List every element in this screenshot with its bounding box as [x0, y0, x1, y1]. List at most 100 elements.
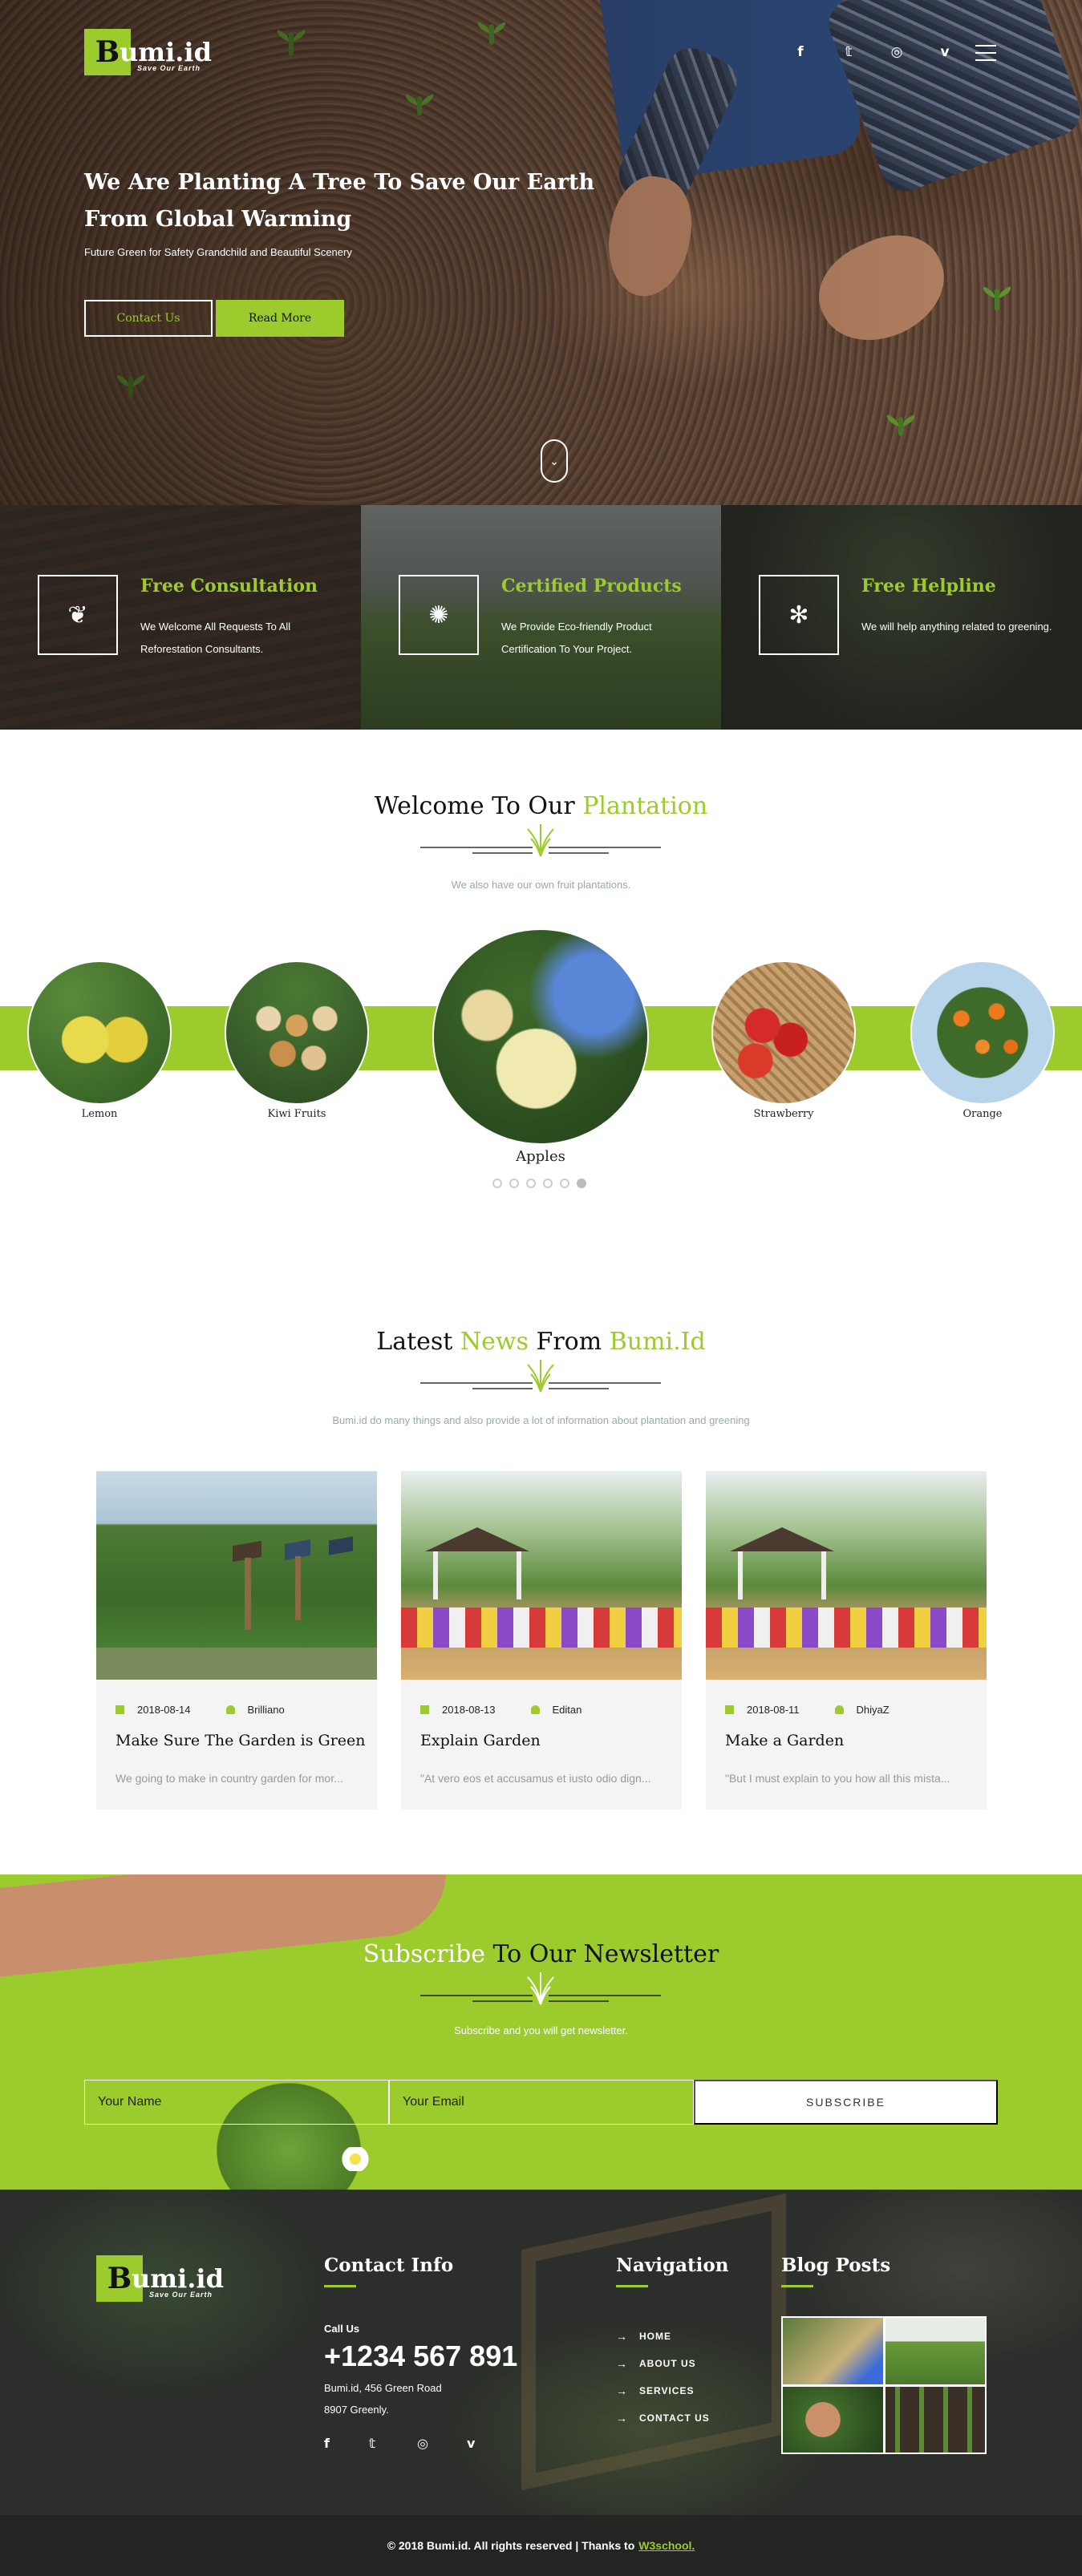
logo-text: umi.id — [120, 37, 212, 67]
carousel-dot[interactable] — [492, 1179, 502, 1188]
name-input[interactable]: Your Name — [84, 2080, 389, 2125]
footer-nav-about[interactable]: ABOUT US — [616, 2357, 696, 2370]
hero-title: We Are Planting A Tree To Save Our Earth… — [84, 170, 595, 232]
facebook-icon[interactable]: f — [776, 44, 825, 60]
news-title: Latest News From Bumi.Id — [376, 1328, 706, 1356]
fruit-kiwi-image[interactable] — [225, 960, 369, 1105]
carousel-dot[interactable] — [560, 1179, 569, 1188]
news-card-author[interactable]: Brilliano — [226, 1704, 285, 1716]
contact-heading: Contact Info — [324, 2255, 454, 2276]
credit-link[interactable]: W3school. — [638, 2539, 695, 2552]
heading-underline — [616, 2285, 648, 2287]
feature-title: Free Consultation — [140, 576, 318, 596]
hero-section: B umi.id Save Our Earth f 𝕥 ◎ v We Are P… — [0, 0, 1082, 505]
news-card[interactable]: 2018-08-13 Editan Explain Garden "At ver… — [401, 1471, 682, 1810]
news-card-title[interactable]: Explain Garden — [420, 1732, 541, 1749]
feature-text: We will help anything related to greenin… — [861, 621, 1052, 633]
vimeo-icon[interactable]: v — [921, 44, 969, 60]
carousel-dot-active[interactable] — [577, 1179, 586, 1188]
blog-heading: Blog Posts — [781, 2255, 891, 2276]
blog-thumb[interactable] — [885, 2386, 985, 2453]
fruit-lemon-image[interactable] — [27, 960, 172, 1105]
footer-nav-home[interactable]: HOME — [616, 2330, 671, 2343]
news-card-author[interactable]: DhiyaZ — [835, 1704, 890, 1716]
fruit-orange-image[interactable] — [910, 960, 1055, 1105]
phone-number[interactable]: +1234 567 891 — [324, 2339, 517, 2373]
logo-text: umi.id — [132, 2263, 224, 2294]
footer-logo[interactable]: B umi.id Save Our Earth — [96, 2255, 224, 2302]
grass-divider-icon — [420, 1972, 661, 2005]
news-card[interactable]: 2018-08-11 DhiyaZ Make a Garden "But I m… — [706, 1471, 987, 1810]
twitter-icon[interactable]: 𝕥 — [825, 44, 873, 60]
plantation-subtitle: We also have our own fruit plantations. — [451, 879, 631, 891]
leaf-icon: ❦ — [38, 575, 118, 655]
news-card-author[interactable]: Editan — [531, 1704, 582, 1716]
feature-title: Certified Products — [501, 576, 682, 596]
scroll-down-icon[interactable]: ⌄ — [541, 439, 568, 483]
email-input[interactable]: Your Email — [389, 2080, 694, 2125]
plantation-title: Welcome To Our Plantation — [374, 792, 708, 820]
blog-posts-grid — [781, 2316, 987, 2454]
read-more-button[interactable]: Read More — [216, 300, 344, 337]
address-line: 8907 Greenly. — [324, 2404, 389, 2416]
logo-tagline: Save Our Earth — [149, 2291, 213, 2299]
carousel-dots — [492, 1179, 586, 1188]
fruit-label: Lemon — [81, 1108, 118, 1120]
news-card-date: 2018-08-11 — [725, 1704, 800, 1716]
newsletter-title: Subscribe To Our Newsletter — [363, 1940, 719, 1968]
footer-nav-services[interactable]: SERVICES — [616, 2384, 694, 2397]
feature-free-helpline: ✻ Free Helpline We will help anything re… — [721, 505, 1082, 730]
news-card-title[interactable]: Make a Garden — [725, 1732, 844, 1749]
fruit-strawberry-image[interactable] — [711, 960, 856, 1105]
carousel-dot[interactable] — [509, 1179, 519, 1188]
site-logo[interactable]: B umi.id Save Our Earth — [84, 29, 212, 75]
news-card-image[interactable] — [706, 1471, 987, 1680]
news-card-image[interactable] — [401, 1471, 682, 1680]
news-card-meta: 2018-08-13 Editan — [420, 1704, 582, 1716]
hamburger-menu-icon[interactable] — [975, 45, 996, 61]
footer-nav-contact[interactable]: CONTACT US — [616, 2412, 710, 2424]
copyright-bar: © 2018 Bumi.id. All rights reserved | Th… — [0, 2515, 1082, 2576]
blog-thumb[interactable] — [885, 2318, 985, 2384]
heading-underline — [324, 2285, 356, 2287]
dribbble-icon[interactable]: ◎ — [417, 2436, 428, 2451]
header-social: f 𝕥 ◎ v — [776, 44, 969, 60]
carousel-dot[interactable] — [526, 1179, 536, 1188]
news-card-excerpt: "But I must explain to you how all this … — [725, 1772, 950, 1785]
hero-subtitle: Future Green for Safety Grandchild and B… — [84, 246, 352, 258]
news-card[interactable]: 2018-08-14 Brilliano Make Sure The Garde… — [96, 1471, 377, 1810]
news-subtitle: Bumi.id do many things and also provide … — [332, 1414, 750, 1426]
contact-us-button[interactable]: Contact Us — [84, 300, 213, 337]
feature-free-consultation: ❦ Free Consultation We Welcome All Reque… — [0, 505, 361, 730]
feature-text: We Welcome All Requests To All Reforesta… — [140, 621, 291, 655]
fruit-label: Orange — [962, 1108, 1003, 1120]
navigation-heading: Navigation — [616, 2255, 729, 2276]
newsletter-subtitle: Subscribe and you will get newsletter. — [454, 2024, 628, 2036]
copyright-text: © 2018 Bumi.id. All rights reserved | Th… — [387, 2539, 635, 2552]
blog-thumb[interactable] — [783, 2386, 883, 2453]
vimeo-icon[interactable]: v — [467, 2436, 475, 2451]
carousel-dot[interactable] — [543, 1179, 553, 1188]
subscribe-button[interactable]: SUBSCRIBE — [694, 2080, 998, 2125]
fruit-apples-image[interactable] — [432, 928, 649, 1145]
news-card-meta: 2018-08-11 DhiyaZ — [725, 1704, 890, 1716]
news-card-image[interactable] — [96, 1471, 377, 1680]
fruit-label: Strawberry — [753, 1108, 814, 1120]
sprout-icon: ✻ — [759, 575, 839, 655]
grass-divider-icon — [420, 1360, 661, 1393]
facebook-icon[interactable]: f — [324, 2436, 330, 2451]
twitter-icon[interactable]: 𝕥 — [369, 2436, 375, 2451]
heading-underline — [781, 2285, 813, 2287]
feature-title: Free Helpline — [861, 576, 996, 596]
call-label: Call Us — [324, 2323, 360, 2335]
news-card-date: 2018-08-14 — [115, 1704, 191, 1716]
blog-thumb[interactable] — [783, 2318, 883, 2384]
news-card-date: 2018-08-13 — [420, 1704, 496, 1716]
news-card-title[interactable]: Make Sure The Garden is Green — [115, 1732, 366, 1749]
logo-tagline: Save Our Earth — [137, 64, 201, 72]
news-card-excerpt: We going to make in country garden for m… — [115, 1772, 343, 1785]
fruit-label: Kiwi Fruits — [267, 1108, 326, 1120]
dribbble-icon[interactable]: ◎ — [873, 44, 921, 60]
news-card-excerpt: "At vero eos et accusamus et iusto odio … — [420, 1772, 651, 1785]
news-card-meta: 2018-08-14 Brilliano — [115, 1704, 285, 1716]
